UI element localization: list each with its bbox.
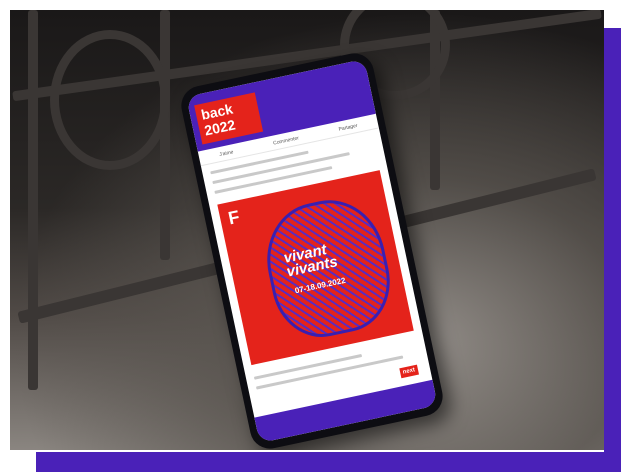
purple-accent-bar-right xyxy=(604,28,621,472)
post-logo: F xyxy=(226,206,242,229)
share-button[interactable]: Partager xyxy=(338,123,358,133)
like-button[interactable]: J'aime xyxy=(219,149,234,158)
mockup-frame: back 2022 J'aime Commenter Partager F vi… xyxy=(0,0,621,472)
post-image[interactable]: F vivant vivants 07-18.09.2022 xyxy=(217,170,414,366)
purple-accent-bar-bottom xyxy=(36,452,621,472)
next-badge: next xyxy=(398,364,420,379)
railing-post xyxy=(28,10,38,390)
phone-screen: back 2022 J'aime Commenter Partager F vi… xyxy=(186,58,438,444)
comment-button[interactable]: Commenter xyxy=(273,135,300,146)
railing-scroll xyxy=(50,30,170,170)
smartphone: back 2022 J'aime Commenter Partager F vi… xyxy=(177,49,447,450)
photo: back 2022 J'aime Commenter Partager F vi… xyxy=(10,10,604,450)
